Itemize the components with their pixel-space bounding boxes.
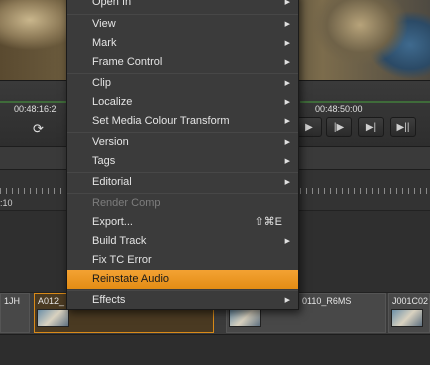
clip-label: J001C02 [392,296,429,306]
menu-item-label: Mark [92,37,117,49]
menu-item-export[interactable]: Export... ⇧⌘E [67,213,298,232]
menu-item-label: Localize [92,96,133,108]
jump-end-icon[interactable]: ▶|| [390,117,416,137]
submenu-arrow-icon: ▶ [284,139,290,146]
submenu-arrow-icon: ▶ [284,118,290,125]
context-menu: Open In ▶ View ▶ Mark ▶ Frame Control ▶ … [66,0,299,310]
menu-item-frame-control[interactable]: Frame Control ▶ [67,53,298,72]
submenu-arrow-icon: ▶ [284,158,290,165]
menu-item-label: Effects [92,294,126,306]
menu-item-effects[interactable]: Effects ▶ [67,291,298,310]
menu-item-label: Version [92,136,129,148]
clip-thumbnail [229,309,261,327]
clip-thumbnail [391,309,423,327]
next-frame-icon[interactable]: ▶| [358,117,384,137]
submenu-arrow-icon: ▶ [284,21,290,28]
menu-item-label: Editorial [92,176,132,188]
playback-range-bar-right [300,101,430,103]
menu-item-version[interactable]: Version ▶ [67,133,298,152]
submenu-arrow-icon: ▶ [284,0,290,6]
loop-icon[interactable]: ⟳ [33,121,44,137]
menu-item-build-track[interactable]: Build Track ▶ [67,232,298,251]
playback-range-bar [0,101,70,103]
submenu-arrow-icon: ▶ [284,238,290,245]
menu-item-label: Frame Control [92,56,163,68]
menu-item-label: Fix TC Error [92,254,152,266]
menu-item-clip[interactable]: Clip ▶ [67,74,298,93]
clip-label: 0110_R6MS [302,296,352,306]
timecode-end: 00:48:50:00 [315,104,363,114]
timecode-current: 00:48:16:2 [14,104,57,114]
menu-item-label: Clip [92,77,111,89]
menu-item-label: Reinstate Audio [92,273,170,285]
menu-item-label: View [92,18,116,30]
menu-item-label: Export... [92,216,133,228]
timeline-clip[interactable]: J001C02 [388,293,430,333]
menu-item-label: Render Comp [92,197,161,209]
submenu-arrow-icon: ▶ [284,40,290,47]
play-icon[interactable]: ▶ [296,117,322,137]
clip-thumbnail [37,309,69,327]
menu-item-label: Set Media Colour Transform [92,115,230,127]
menu-item-fix-tc-error[interactable]: Fix TC Error [67,251,298,270]
timeline-clip[interactable]: 1JH [0,293,30,333]
clip-label: A012_ [38,296,65,306]
menu-item-label: Build Track [92,235,147,247]
step-forward-icon[interactable]: |▶ [326,117,352,137]
menu-item-label: Open In [92,0,132,8]
clip-label: 1JH [4,296,21,306]
menu-item-mark[interactable]: Mark ▶ [67,34,298,53]
submenu-arrow-icon: ▶ [284,59,290,66]
menu-item-reinstate-audio[interactable]: Reinstate Audio [67,270,298,289]
menu-item-render-comp: Render Comp [67,194,298,213]
menu-item-label: Tags [92,155,116,167]
menu-item-shortcut: ⇧⌘E [254,216,282,228]
menu-item-view[interactable]: View ▶ [67,15,298,34]
ruler-label: :10 [0,198,13,208]
menu-item-set-media-colour-transform[interactable]: Set Media Colour Transform ▶ [67,112,298,131]
menu-item-open-in[interactable]: Open In ▶ [67,0,298,12]
menu-item-tags[interactable]: Tags ▶ [67,152,298,171]
submenu-arrow-icon: ▶ [284,80,290,87]
menu-item-editorial[interactable]: Editorial ▶ [67,173,298,192]
submenu-arrow-icon: ▶ [284,179,290,186]
submenu-arrow-icon: ▶ [284,297,290,304]
submenu-arrow-icon: ▶ [284,99,290,106]
menu-item-localize[interactable]: Localize ▶ [67,93,298,112]
bottom-track [0,334,430,365]
